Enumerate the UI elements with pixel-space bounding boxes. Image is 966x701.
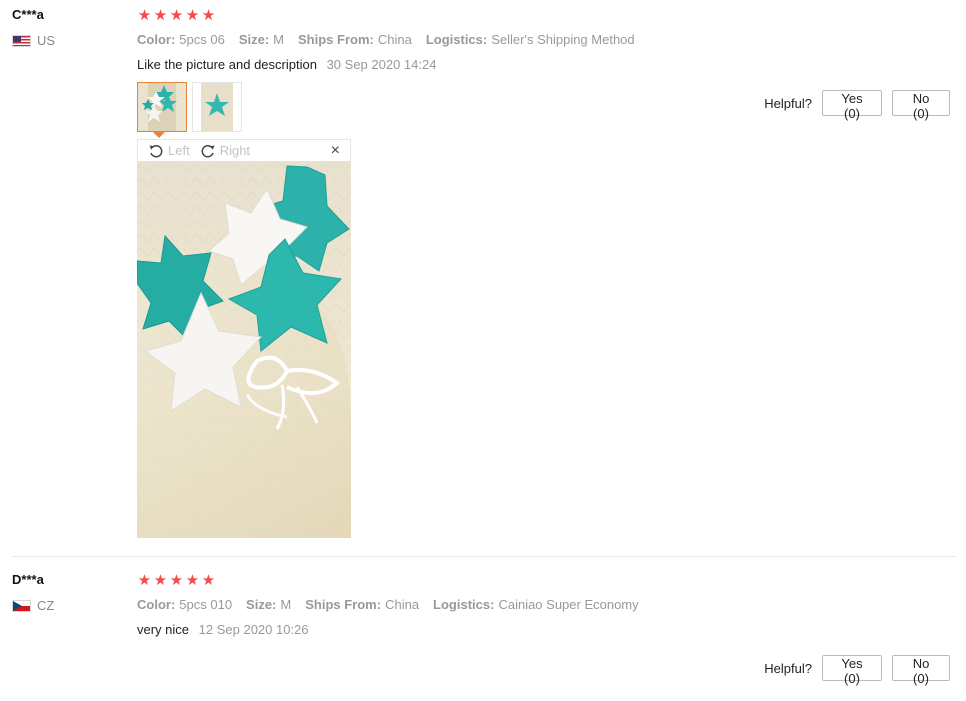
rotate-right-button[interactable]: Right — [200, 143, 250, 159]
review-photo-thumb-1[interactable] — [137, 82, 187, 132]
image-viewer-toolbar: Left Right × — [137, 139, 351, 161]
star-icon: ★ — [201, 7, 216, 24]
review-photo-large — [137, 161, 351, 538]
helpful-yes-button[interactable]: Yes (0) — [822, 655, 882, 686]
star-icon: ★ — [137, 7, 152, 24]
country-code: CZ — [37, 598, 55, 613]
cz-flag-icon — [12, 599, 31, 612]
review-text: Like the picture and description — [137, 57, 317, 72]
review-date: 30 Sep 2020 14:24 — [326, 57, 437, 72]
star-icon: ★ — [185, 572, 200, 589]
rotate-left-icon — [149, 144, 163, 157]
helpful-label: Helpful? — [764, 95, 812, 111]
review-thumbnails — [137, 82, 242, 132]
reviewer-country: CZ — [12, 598, 54, 613]
close-icon[interactable]: × — [331, 142, 340, 159]
attr-logistics: Logistics: Seller's Shipping Method — [425, 32, 635, 47]
rotate-right-icon — [201, 144, 215, 157]
review-content: Like the picture and description 30 Sep … — [137, 57, 436, 72]
attr-size: Size: M — [238, 32, 285, 47]
star-icon: ★ — [153, 7, 168, 24]
helpful-voting: Helpful? Yes (0) No (0) — [764, 655, 950, 686]
helpful-yes-button[interactable]: Yes (0) — [822, 90, 882, 121]
review-item: C***a US ★ ★ ★ ★ ★ Color: 5pcs 06 Size: M … — [0, 0, 966, 556]
star-rating: ★ ★ ★ ★ ★ — [137, 573, 216, 589]
rotate-left-button[interactable]: Left — [148, 143, 190, 159]
review-item: D***a CZ ★ ★ ★ ★ ★ Color: 5pcs 010 Size: M… — [0, 566, 966, 701]
star-rating: ★ ★ ★ ★ ★ — [137, 8, 216, 24]
rotate-left-label: Left — [168, 143, 190, 158]
review-date: 12 Sep 2020 10:26 — [198, 622, 309, 637]
attr-size: Size: M — [246, 597, 292, 612]
reviewer-country: US — [12, 33, 55, 48]
star-icon: ★ — [185, 7, 200, 24]
rotate-right-label: Right — [219, 143, 251, 158]
reviewer-name: C***a — [12, 7, 44, 22]
helpful-no-button[interactable]: No (0) — [892, 655, 950, 686]
order-attributes: Color: 5pcs 06 Size: M Ships From: China Lo… — [137, 32, 635, 47]
review-content: very nice 12 Sep 2020 10:26 — [137, 622, 309, 637]
star-icon: ★ — [169, 572, 184, 589]
attr-ships-from: Ships From: China — [305, 597, 420, 612]
active-thumb-indicator — [152, 131, 166, 138]
attr-color: Color: 5pcs 06 — [137, 32, 225, 47]
us-flag-icon — [12, 34, 31, 47]
star-icon: ★ — [169, 7, 184, 24]
star-icon: ★ — [201, 572, 216, 589]
country-code: US — [37, 33, 56, 48]
review-photo-thumb-2[interactable] — [192, 82, 242, 132]
review-text: very nice — [137, 622, 190, 637]
attr-ships-from: Ships From: China — [298, 32, 412, 47]
star-icon: ★ — [137, 572, 152, 589]
attr-color: Color: 5pcs 010 — [137, 597, 233, 612]
helpful-voting: Helpful? Yes (0) No (0) — [764, 90, 950, 121]
helpful-no-button[interactable]: No (0) — [892, 90, 950, 121]
star-icon: ★ — [153, 572, 168, 589]
reviewer-name: D***a — [12, 572, 44, 587]
review-divider — [12, 556, 956, 557]
attr-logistics: Logistics: Cainiao Super Economy — [433, 597, 639, 612]
order-attributes: Color: 5pcs 010 Size: M Ships From: China L… — [137, 597, 639, 612]
helpful-label: Helpful? — [764, 660, 812, 676]
